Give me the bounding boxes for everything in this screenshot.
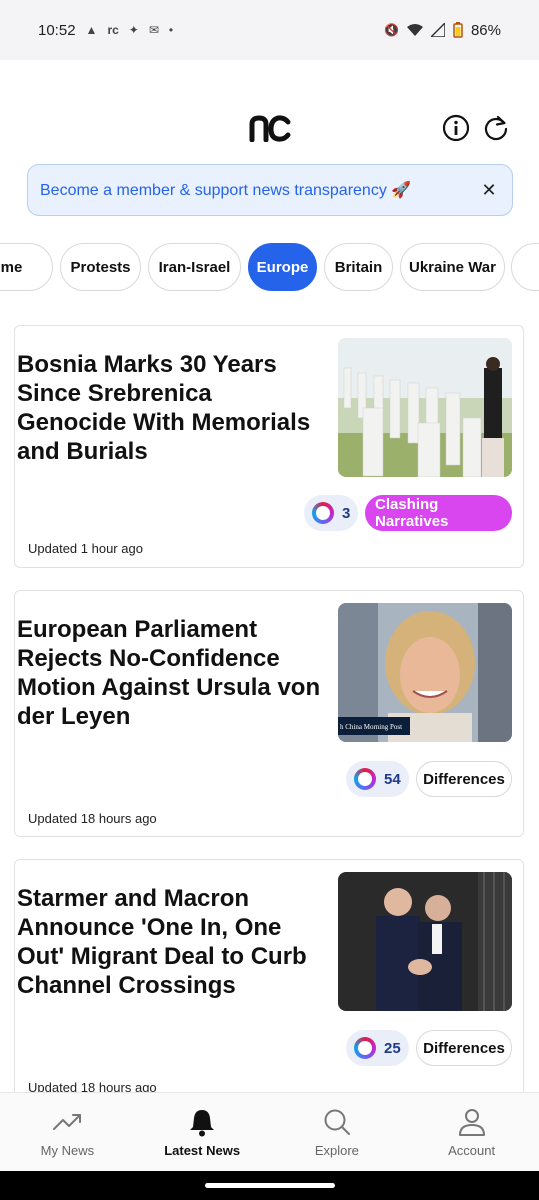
chip-protests[interactable]: Protests — [60, 243, 141, 291]
article-card[interactable]: Bosnia Marks 30 Years Since Srebrenica G… — [14, 325, 524, 568]
article-title[interactable]: European Parliament Rejects No-Confidenc… — [17, 615, 327, 731]
source-count: 3 — [342, 504, 351, 522]
signal-icon — [430, 23, 445, 37]
article-updated: Updated 18 hours ago — [28, 811, 157, 826]
bias-ring-icon — [354, 768, 376, 790]
article-updated: Updated 1 hour ago — [28, 541, 143, 556]
chip-britain[interactable]: Britain — [324, 243, 393, 291]
bottom-nav: My News Latest News Explore Account — [0, 1092, 539, 1171]
nc-logo[interactable] — [249, 114, 291, 142]
tree-icon: ▲ — [85, 23, 98, 37]
battery-level: 86% — [470, 21, 501, 39]
membership-banner[interactable]: Become a member & support news transpare… — [27, 164, 513, 216]
source-count: 54 — [384, 770, 401, 788]
person-icon — [458, 1108, 485, 1136]
trending-icon — [53, 1113, 82, 1130]
app-header — [0, 100, 539, 160]
tag-differences[interactable]: Differences — [416, 761, 512, 797]
home-gesture-handle[interactable] — [205, 1183, 335, 1188]
source-count-pill[interactable]: 54 — [346, 761, 409, 797]
tag-clashing-narratives[interactable]: Clashing Narratives — [365, 495, 512, 531]
mute-icon: 🔇 — [384, 23, 399, 37]
nav-explore[interactable]: Explore — [270, 1093, 405, 1171]
nc-icon: rc — [107, 23, 119, 37]
chip-europe[interactable]: Europe — [248, 243, 317, 291]
article-image[interactable]: h China Morning Post — [338, 603, 512, 742]
chip-next[interactable] — [511, 243, 539, 291]
slack-icon: ✦ — [128, 23, 139, 37]
article-image[interactable] — [338, 872, 512, 1011]
nav-label: Explore — [314, 1142, 359, 1158]
article-image[interactable] — [338, 338, 512, 477]
tag-differences[interactable]: Differences — [416, 1030, 512, 1066]
chip-ukraine-war[interactable]: Ukraine War — [400, 243, 505, 291]
dot-icon: • — [168, 23, 174, 37]
article-title[interactable]: Bosnia Marks 30 Years Since Srebrenica G… — [17, 350, 327, 466]
article-card[interactable]: Starmer and Macron Announce 'One In, One… — [14, 859, 524, 1119]
nav-latest-news[interactable]: Latest News — [135, 1093, 270, 1171]
nav-label: My News — [40, 1142, 95, 1158]
source-count: 25 — [384, 1039, 401, 1057]
search-icon — [324, 1109, 350, 1135]
category-chips[interactable]: rime Protests Iran-Israel Europe Britain… — [0, 243, 539, 291]
article-title[interactable]: Starmer and Macron Announce 'One In, One… — [17, 884, 327, 1000]
source-count-pill[interactable]: 25 — [346, 1030, 409, 1066]
info-icon[interactable] — [442, 114, 470, 142]
nav-account[interactable]: Account — [404, 1093, 539, 1171]
wifi-icon — [406, 24, 423, 36]
nav-my-news[interactable]: My News — [0, 1093, 135, 1171]
status-time: 10:52 — [38, 21, 76, 39]
chip-crime[interactable]: rime — [0, 243, 53, 291]
mail-icon: ✉ — [148, 23, 159, 37]
bell-icon — [190, 1109, 215, 1136]
gesture-bar — [0, 1171, 539, 1200]
image-caption: h China Morning Post — [340, 723, 402, 731]
bias-ring-icon — [312, 502, 334, 524]
nav-label: Account — [448, 1142, 496, 1158]
chip-iran-israel[interactable]: Iran-Israel — [148, 243, 241, 291]
banner-text[interactable]: Become a member & support news transpare… — [40, 180, 411, 200]
battery-icon — [453, 22, 463, 38]
article-card[interactable]: European Parliament Rejects No-Confidenc… — [14, 590, 524, 837]
nav-label: Latest News — [164, 1142, 241, 1158]
status-bar: 10:52 ▲ rc ✦ ✉ • 🔇 86% — [0, 0, 539, 60]
refresh-icon[interactable] — [482, 114, 510, 142]
bias-ring-icon — [354, 1037, 376, 1059]
close-icon[interactable]: ✕ — [478, 179, 500, 201]
source-count-pill[interactable]: 3 — [304, 495, 359, 531]
